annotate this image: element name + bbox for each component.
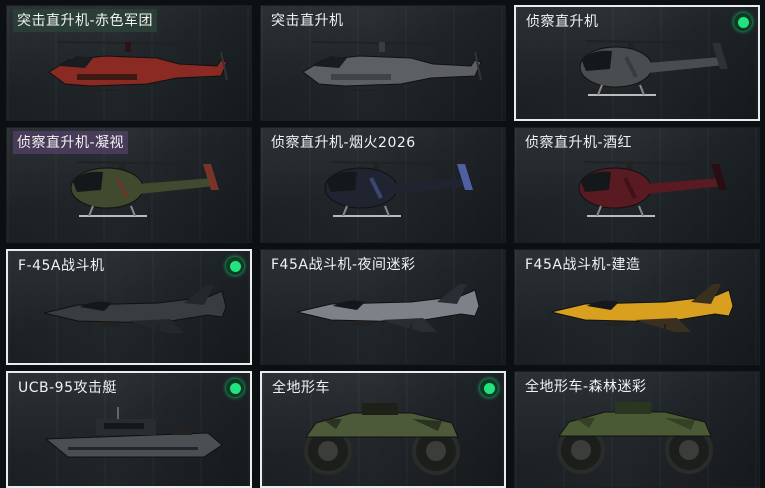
- vehicle-card[interactable]: UCB-95攻击艇: [6, 371, 252, 488]
- vehicle-card[interactable]: 突击直升机: [260, 5, 506, 121]
- vehicle-card[interactable]: F45A战斗机-建造: [514, 249, 760, 365]
- vehicle-grid: 突击直升机-赤色军团 突击直升机 侦察直升机 侦察直升机-凝视 侦察直升机-烟火…: [6, 5, 761, 488]
- vehicle-card[interactable]: 侦察直升机-凝视: [6, 127, 252, 243]
- vehicle-card[interactable]: 全地形车: [260, 371, 506, 488]
- equipped-dot: [229, 382, 241, 394]
- equipped-dot: [483, 382, 495, 394]
- vehicle-card[interactable]: 侦察直升机-烟火2026: [260, 127, 506, 243]
- vehicle-name: F-45A战斗机: [18, 258, 105, 274]
- vehicle-card[interactable]: 全地形车-森林迷彩: [514, 371, 760, 488]
- equipped-indicator-icon: [226, 257, 244, 275]
- vehicle-card[interactable]: F45A战斗机-夜间迷彩: [260, 249, 506, 365]
- vehicle-name: 突击直升机-赤色军团: [13, 9, 158, 32]
- vehicle-name: 侦察直升机-烟火2026: [271, 135, 416, 151]
- equipped-indicator-icon: [226, 379, 244, 397]
- vehicle-name: 侦察直升机: [526, 14, 599, 30]
- vehicle-name: 侦察直升机-酒红: [525, 135, 633, 151]
- vehicle-name: 全地形车: [272, 380, 330, 396]
- vehicle-card[interactable]: F-45A战斗机: [6, 249, 252, 365]
- vehicle-card[interactable]: 侦察直升机: [514, 5, 760, 121]
- vehicle-name: F45A战斗机-建造: [525, 257, 641, 273]
- vehicle-name: 侦察直升机-凝视: [13, 131, 129, 154]
- vehicle-card[interactable]: 侦察直升机-酒红: [514, 127, 760, 243]
- equipped-dot: [229, 260, 241, 272]
- vehicle-name: 全地形车-森林迷彩: [525, 379, 647, 395]
- equipped-indicator-icon: [734, 13, 752, 31]
- equipped-dot: [737, 16, 749, 28]
- vehicle-name: UCB-95攻击艇: [18, 380, 117, 396]
- vehicle-name: F45A战斗机-夜间迷彩: [271, 257, 416, 273]
- vehicle-card[interactable]: 突击直升机-赤色军团: [6, 5, 252, 121]
- equipped-indicator-icon: [480, 379, 498, 397]
- vehicle-name: 突击直升机: [271, 13, 344, 29]
